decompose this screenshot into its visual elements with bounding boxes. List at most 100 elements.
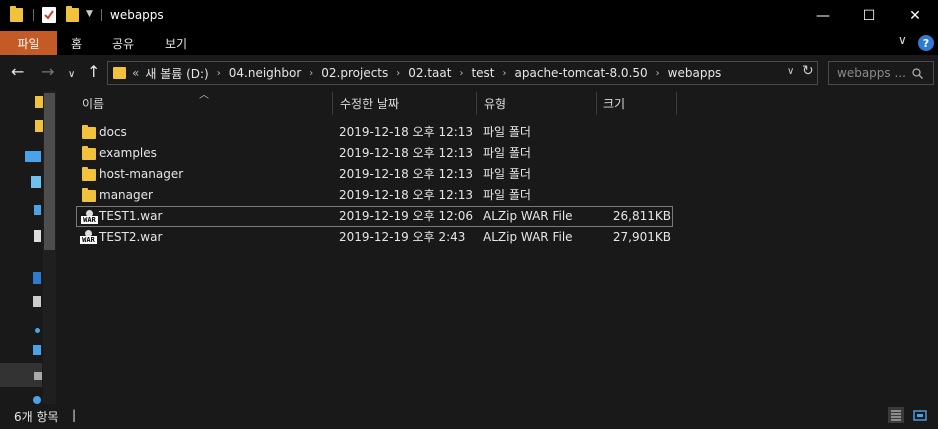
breadcrumb-overflow[interactable]: « (132, 66, 139, 80)
column-header-size[interactable]: 크기 (603, 91, 676, 116)
ribbon (0, 31, 938, 55)
file-name: manager (99, 188, 153, 202)
status-separator: | (72, 408, 77, 422)
close-button[interactable]: ✕ (892, 0, 938, 31)
file-row[interactable]: WAR TEST1.war 2019-12-19 오후 12:06 ALZip … (76, 206, 673, 227)
breadcrumb-item[interactable]: 04.neighbor (229, 66, 302, 80)
breadcrumb-separator[interactable]: › (309, 68, 313, 79)
file-name: TEST2.war (99, 230, 163, 244)
war-file-icon: WAR (81, 210, 98, 225)
file-size: 27,901KB (612, 230, 671, 244)
file-row[interactable]: docs 2019-12-18 오후 12:13 파일 폴더 (76, 122, 673, 143)
breadcrumb-separator[interactable]: › (217, 68, 221, 79)
quick-access-folder-icon[interactable] (35, 120, 43, 132)
file-name: docs (99, 125, 127, 139)
network-icon[interactable] (33, 396, 41, 404)
minimize-button[interactable]: — (800, 0, 846, 31)
tab-view[interactable]: 보기 (165, 31, 187, 55)
file-type: 파일 폴더 (483, 125, 531, 139)
folder-icon (113, 67, 126, 79)
search-input[interactable]: webapps ... (828, 61, 934, 85)
nav-pane-scrollbar-thumb[interactable] (44, 93, 55, 250)
file-size: 26,811KB (612, 209, 671, 223)
desktop-icon[interactable] (33, 272, 41, 284)
file-modified: 2019-12-19 오후 2:43 (339, 230, 466, 244)
details-view-button[interactable] (888, 407, 904, 423)
breadcrumb-separator[interactable]: › (396, 68, 400, 79)
3d-objects-icon[interactable] (31, 176, 41, 188)
search-icon (912, 67, 923, 79)
recent-locations-button[interactable]: ∨ (68, 66, 75, 84)
large-icons-view-button[interactable] (912, 407, 928, 423)
refresh-button[interactable]: ↻ (802, 63, 814, 79)
breadcrumb-item[interactable]: test (471, 66, 494, 80)
file-type: 파일 폴더 (483, 188, 531, 202)
file-modified: 2019-12-19 오후 12:06 (339, 209, 474, 223)
properties-icon[interactable] (42, 7, 56, 23)
tab-home[interactable]: 홈 (71, 31, 82, 55)
status-bar (0, 404, 938, 429)
file-modified: 2019-12-18 오후 12:13 (339, 146, 474, 160)
breadcrumb-separator[interactable]: › (656, 68, 660, 79)
file-row[interactable]: examples 2019-12-18 오후 12:13 파일 폴더 (76, 143, 673, 164)
breadcrumb-current[interactable]: webapps (668, 66, 722, 80)
quick-access-folder-icon[interactable] (35, 96, 43, 108)
folder-icon (82, 146, 96, 160)
music-icon[interactable] (35, 328, 40, 333)
breadcrumb-item[interactable]: 새 볼륨 (D:) (145, 65, 208, 82)
breadcrumb-item[interactable]: apache-tomcat-8.0.50 (515, 66, 648, 80)
column-divider[interactable] (332, 92, 333, 115)
file-type: ALZip WAR File (483, 230, 573, 244)
folder-icon (82, 167, 96, 181)
file-name: host-manager (99, 167, 184, 181)
address-dropdown-button[interactable]: ∨ (787, 66, 794, 77)
tab-share[interactable]: 공유 (112, 31, 134, 55)
collapse-ribbon-button[interactable]: ∨ (898, 33, 907, 47)
file-type: 파일 폴더 (483, 167, 531, 181)
file-modified: 2019-12-18 오후 12:13 (339, 167, 474, 181)
window-title: webapps (110, 8, 164, 22)
downloads-icon[interactable] (34, 205, 41, 215)
help-button[interactable]: ? (918, 35, 934, 51)
war-file-icon: WAR (80, 230, 97, 245)
folder-icon (82, 188, 96, 202)
address-bar[interactable]: « 새 볼륨 (D:) › 04.neighbor › 02.projects … (107, 61, 818, 85)
tab-file[interactable]: 파일 (0, 31, 57, 55)
separator (101, 9, 102, 21)
column-header-modified[interactable]: 수정한 날짜 (340, 91, 476, 116)
column-header-name[interactable]: 이름 (82, 91, 332, 116)
search-placeholder: webapps ... (837, 66, 906, 80)
back-button[interactable]: ← (11, 63, 24, 81)
separator (33, 9, 34, 21)
documents-icon[interactable] (34, 230, 41, 242)
file-row[interactable]: host-manager 2019-12-18 오후 12:13 파일 폴더 (76, 164, 673, 185)
column-divider[interactable] (596, 92, 597, 115)
folder-icon (10, 6, 23, 22)
item-count: 6개 항목 (14, 410, 59, 424)
maximize-button[interactable]: ☐ (846, 0, 892, 31)
breadcrumb-separator[interactable]: › (503, 68, 507, 79)
file-type: ALZip WAR File (483, 209, 573, 223)
new-folder-icon[interactable] (66, 6, 79, 22)
pictures-icon[interactable] (33, 296, 41, 307)
file-modified: 2019-12-18 오후 12:13 (339, 125, 474, 139)
file-name: examples (99, 146, 157, 160)
column-header-type[interactable]: 유형 (484, 91, 596, 116)
videos-icon[interactable] (33, 345, 41, 355)
breadcrumb-item[interactable]: 02.taat (408, 66, 451, 80)
breadcrumb-item[interactable]: 02.projects (321, 66, 388, 80)
forward-button[interactable]: → (41, 63, 54, 81)
file-name: TEST1.war (99, 209, 163, 223)
folder-icon (82, 125, 96, 139)
this-pc-icon[interactable] (25, 151, 41, 162)
file-row[interactable]: manager 2019-12-18 오후 12:13 파일 폴더 (76, 185, 673, 206)
file-type: 파일 폴더 (483, 146, 531, 160)
file-modified: 2019-12-18 오후 12:13 (339, 188, 474, 202)
column-divider[interactable] (676, 92, 677, 115)
breadcrumb-separator[interactable]: › (459, 68, 463, 79)
customize-toolbar-icon[interactable]: ▼ (86, 9, 93, 19)
drive-icon[interactable] (34, 372, 42, 380)
file-row[interactable]: WAR TEST2.war 2019-12-19 오후 2:43 ALZip W… (76, 227, 673, 248)
up-button[interactable]: ↑ (87, 63, 100, 81)
column-divider[interactable] (476, 92, 477, 115)
